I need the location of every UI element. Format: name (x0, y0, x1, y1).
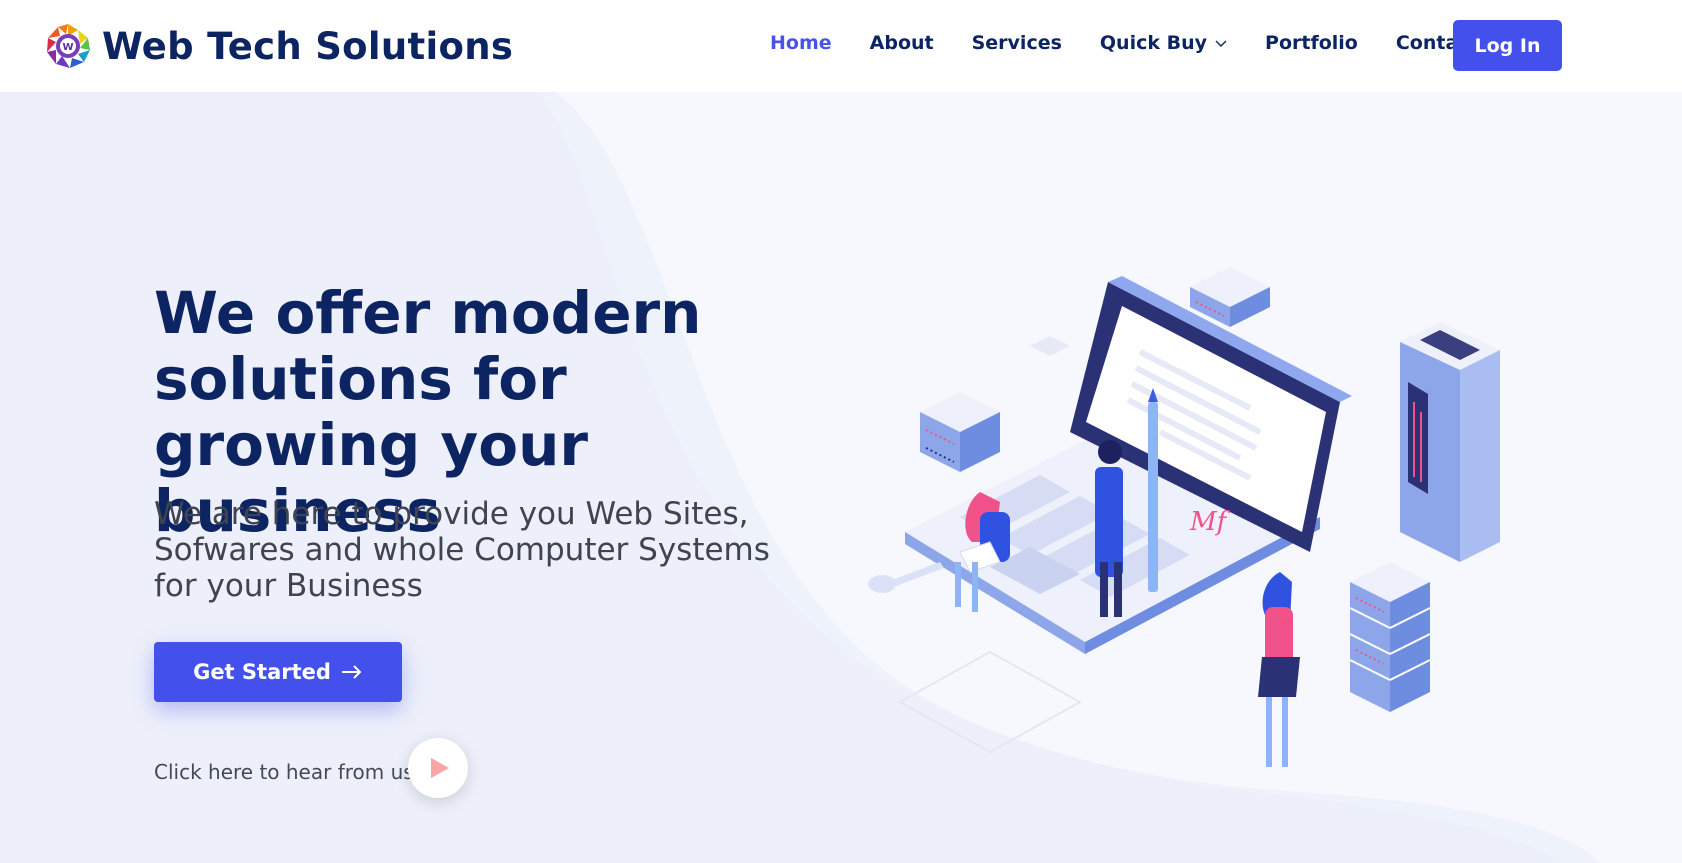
logo-icon: W (47, 24, 90, 68)
login-button[interactable]: Log In (1453, 20, 1562, 71)
nav-home[interactable]: Home (770, 32, 832, 54)
hero-section: We offer modern solutions for growing yo… (0, 92, 1682, 863)
hero-illustration: Mf (868, 267, 1500, 767)
play-video-button[interactable] (408, 738, 468, 798)
main-nav: Home About Services Quick Buy Portfolio … (770, 32, 1517, 54)
site-header: W Web Tech Solutions Home About Services… (0, 0, 1682, 92)
chevron-down-icon (1215, 40, 1227, 47)
signature: Mf (1189, 507, 1231, 537)
nav-quick-buy-label: Quick Buy (1099, 32, 1208, 54)
svg-text:W: W (62, 42, 73, 53)
nav-quick-buy[interactable]: Quick Buy (1100, 32, 1227, 54)
logo[interactable]: W Web Tech Solutions (44, 22, 513, 70)
nav-services[interactable]: Services (972, 32, 1062, 54)
play-icon (431, 758, 449, 778)
brand-name[interactable]: Web Tech Solutions (102, 25, 513, 68)
hero-subline: We are here to provide you Web Sites, So… (154, 496, 770, 604)
server-stack-right (1349, 562, 1431, 712)
key-icon (868, 562, 944, 593)
server-stack-left (920, 392, 1000, 472)
nav-portfolio[interactable]: Portfolio (1265, 32, 1358, 54)
nav-about[interactable]: About (870, 32, 934, 54)
hear-from-us-text[interactable]: Click here to hear from us (154, 760, 414, 784)
get-started-button[interactable]: Get Started (154, 642, 402, 702)
server-tower (1400, 322, 1500, 562)
get-started-label: Get Started (193, 660, 331, 684)
arrow-right-icon (341, 665, 362, 679)
